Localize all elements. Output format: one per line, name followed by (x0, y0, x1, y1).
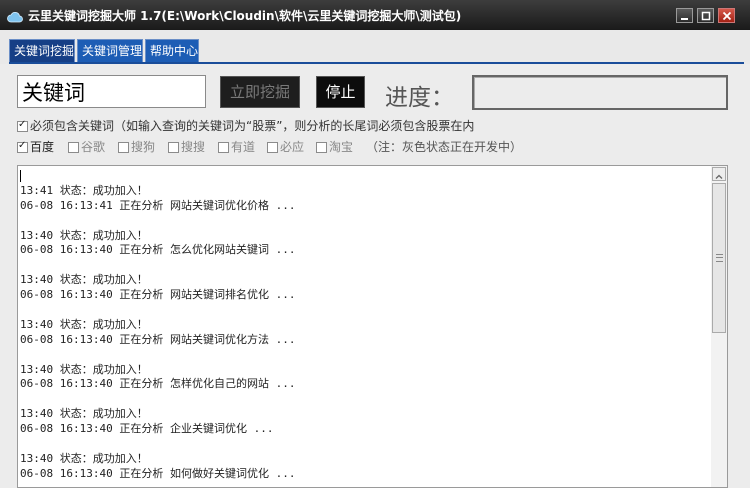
log-status-line: 13:40 状态：成功加入！ (20, 228, 148, 242)
log-entry: 13:40 状态：成功加入！ 06-08 16:13:40 正在分析 怎么优化网… (20, 229, 295, 274)
source-youdao-checkbox[interactable] (218, 142, 229, 153)
log-lines: 13:41 状态：成功加入！ 06-08 16:13:41 正在分析 网站关键词… (20, 184, 296, 487)
window-title: 云里关键词挖掘大师 1.7(E:\Work\Cloudin\软件\云里关键词挖掘… (28, 9, 462, 23)
source-soso[interactable]: 搜搜 (168, 138, 205, 155)
source-bing[interactable]: 必应 (267, 138, 304, 155)
source-baidu-label: 百度 (30, 140, 55, 154)
minimize-icon (681, 18, 688, 20)
log-status-line: 13:40 状态：成功加入！ (20, 318, 148, 332)
log-entry: 13:40 状态：成功加入！ 06-08 16:13:40 正在分析 企业关键词… (20, 407, 295, 452)
source-youdao[interactable]: 有道 (218, 138, 255, 155)
log-detail-line: 06-08 16:13:41 正在分析 网站关键词优化价格 ... (20, 198, 296, 212)
source-google-label: 谷歌 (81, 140, 106, 154)
log-entry: 13:40 状态：成功加入！ 06-08 16:13:40 正在分析 网站关键词… (20, 318, 295, 363)
close-icon (722, 11, 732, 21)
progress-label: 进度： (385, 85, 454, 111)
log-status-line: 13:40 状态：成功加入！ (20, 407, 148, 421)
title-bar[interactable]: 云里关键词挖掘大师 1.7(E:\Work\Cloudin\软件\云里关键词挖掘… (0, 0, 750, 30)
log-status-line: 13:40 状态：成功加入！ (20, 452, 148, 466)
must-contain-option[interactable]: 必须包含关键词（如输入查询的关键词为“股票”，则分析的长尾词必须包含股票在内 (17, 117, 474, 134)
log-detail-line: 06-08 16:13:40 正在分析 网站关键词优化方法 ... (20, 332, 296, 346)
grip-icon (716, 254, 723, 262)
must-contain-label: 必须包含关键词（如输入查询的关键词为“股票”，则分析的长尾词必须包含股票在内 (30, 119, 475, 133)
log-detail-line: 06-08 16:13:40 正在分析 怎么优化网站关键词 ... (20, 243, 296, 257)
log-entry: 13:40 状态：成功加入！ 06-08 16:13:40 正在分析 网站关键词… (20, 273, 295, 318)
text-caret (20, 170, 21, 182)
log-detail-line: 06-08 16:13:40 正在分析 企业关键词优化 ... (20, 421, 274, 435)
tab-keyword-management[interactable]: 关键词管理 (77, 39, 143, 63)
source-taobao-label: 淘宝 (329, 140, 354, 154)
scroll-up-button[interactable] (712, 167, 726, 181)
source-baidu-checkbox[interactable] (17, 140, 28, 153)
log-scrollbar[interactable] (711, 165, 728, 488)
log-entry: 13:41 状态：成功加入！ 06-08 16:13:41 正在分析 网站关键词… (20, 184, 295, 229)
source-sogou[interactable]: 搜狗 (118, 138, 155, 155)
log-textarea[interactable]: 13:41 状态：成功加入！ 06-08 16:13:41 正在分析 网站关键词… (17, 165, 728, 488)
source-taobao[interactable]: 淘宝 (316, 138, 353, 155)
source-soso-checkbox[interactable] (168, 142, 179, 153)
mine-now-button[interactable]: 立即挖掘 (220, 76, 300, 108)
log-detail-line: 06-08 16:13:40 正在分析 网站关键词排名优化 ... (20, 287, 296, 301)
stop-button[interactable]: 停止 (316, 76, 365, 108)
must-contain-checkbox[interactable] (17, 119, 28, 132)
maximize-icon (701, 11, 711, 21)
maximize-button[interactable] (697, 8, 714, 23)
log-status-line: 13:40 状态：成功加入！ (20, 362, 148, 376)
log-entry: 13:40 状态：成功加入！ 06-08 16:13:40 正在分析 如何做好关… (20, 452, 296, 487)
tab-keyword-mining[interactable]: 关键词挖掘 (9, 39, 75, 63)
source-youdao-label: 有道 (231, 140, 256, 154)
close-button[interactable] (718, 8, 735, 23)
app-window: 云里关键词挖掘大师 1.7(E:\Work\Cloudin\软件\云里关键词挖掘… (0, 0, 750, 488)
tab-help-center[interactable]: 帮助中心 (145, 39, 199, 63)
minimize-button[interactable] (676, 8, 693, 23)
source-bing-checkbox[interactable] (267, 142, 278, 153)
log-detail-line: 06-08 16:13:40 正在分析 如何做好关键词优化 ... (20, 466, 296, 480)
chevron-up-icon (715, 174, 723, 179)
progress-bar (472, 75, 728, 110)
source-google[interactable]: 谷歌 (68, 138, 105, 155)
tab-bar: 关键词挖掘 关键词管理 帮助中心 (0, 30, 750, 64)
source-sogou-checkbox[interactable] (118, 142, 129, 153)
keyword-input[interactable] (17, 75, 206, 108)
log-status-line: 13:40 状态：成功加入！ (20, 273, 148, 287)
source-bing-label: 必应 (280, 140, 305, 154)
cloud-icon (7, 8, 23, 23)
tab-underline (9, 62, 744, 64)
log-detail-line: 06-08 16:13:40 正在分析 怎样优化自己的网站 ... (20, 377, 296, 391)
scroll-thumb[interactable] (712, 183, 726, 333)
log-status-line: 13:41 状态：成功加入！ (20, 184, 148, 197)
log-entry: 13:40 状态：成功加入！ 06-08 16:13:40 正在分析 怎样优化自… (20, 363, 295, 408)
source-soso-label: 搜搜 (181, 140, 206, 154)
sources-note: （注：灰色状态正在开发中） (366, 140, 523, 154)
source-baidu[interactable]: 百度 (17, 138, 54, 155)
source-taobao-checkbox[interactable] (316, 142, 327, 153)
source-google-checkbox[interactable] (68, 142, 79, 153)
source-sogou-label: 搜狗 (131, 140, 156, 154)
